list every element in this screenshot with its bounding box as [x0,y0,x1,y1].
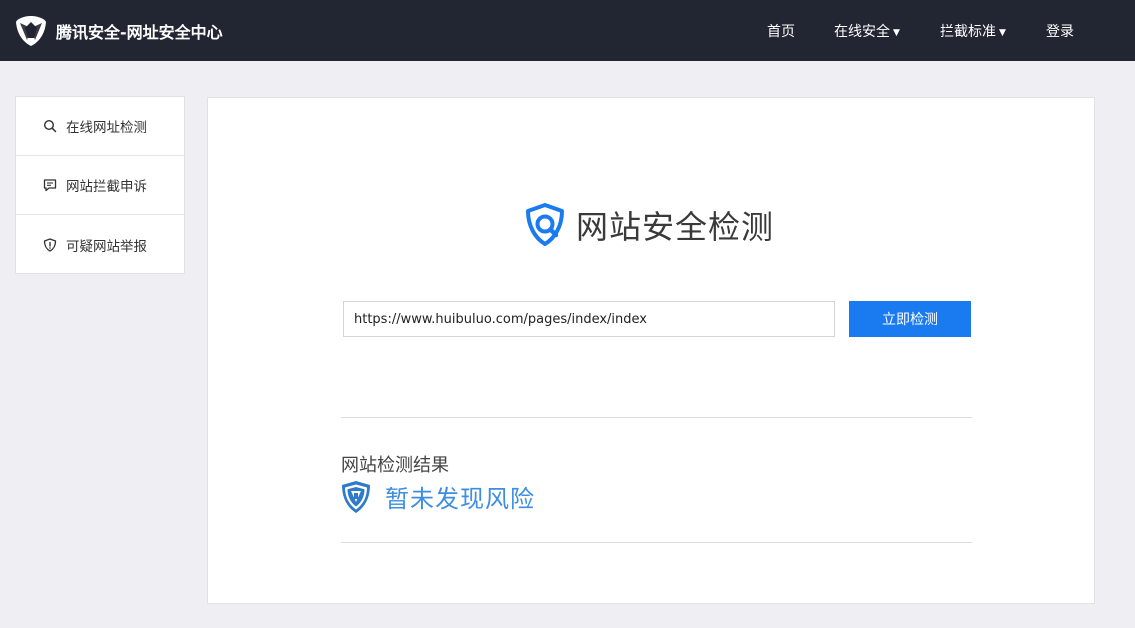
top-bar: 腾讯安全-网址安全中心 首页 在线安全 ▼ 拦截标准 ▼ 登录 [0,0,1135,61]
nav-home[interactable]: 首页 [767,21,795,41]
sidebar-item-label: 可疑网站举报 [66,238,147,255]
shield-safe-icon [342,480,370,513]
nav-block-standard[interactable]: 拦截标准 ▼ [940,21,1006,41]
shield-search-logo-icon [526,203,564,246]
tencent-security-logo-icon [16,15,46,46]
sidebar-item-label: 在线网址检测 [66,120,147,136]
divider [341,417,972,418]
caret-down-icon: ▼ [893,28,900,38]
brand[interactable]: 腾讯安全-网址安全中心 [14,14,223,48]
result-row: 暂未发现风险 [341,479,535,514]
caret-down-icon: ▼ [999,28,1006,38]
result-status: 暂未发现风险 [385,485,535,513]
main-panel: 网站安全检测 立即检测 网站检测结果 暂未发现风险 [207,97,1095,604]
sidebar-item-label: 网站拦截申诉 [66,179,147,195]
shield-alert-icon [43,237,57,252]
sidebar: 在线网址检测 网站拦截申诉 可疑网站举报 [15,96,185,274]
chat-icon [43,179,57,192]
page-title-group: 网站安全检测 [522,202,774,248]
nav-login[interactable]: 登录 [1046,21,1074,41]
search-icon [43,119,57,133]
result-heading: 网站检测结果 [341,455,449,476]
nav-login-label: 登录 [1046,24,1074,40]
page-title: 网站安全检测 [576,208,775,246]
site-title: 腾讯安全-网址安全中心 [56,22,223,42]
nav-online-security[interactable]: 在线安全 ▼ [834,21,900,41]
nav-block-standard-label: 拦截标准 [940,24,996,40]
sidebar-item-report[interactable]: 可疑网站举报 [16,215,184,274]
url-input[interactable] [343,301,835,337]
nav-home-label: 首页 [767,24,795,40]
check-now-button[interactable]: 立即检测 [849,301,971,337]
sidebar-item-appeal[interactable]: 网站拦截申诉 [16,156,184,215]
divider [341,542,972,543]
nav-online-security-label: 在线安全 [834,24,890,40]
sidebar-item-url-check[interactable]: 在线网址检测 [16,97,184,156]
